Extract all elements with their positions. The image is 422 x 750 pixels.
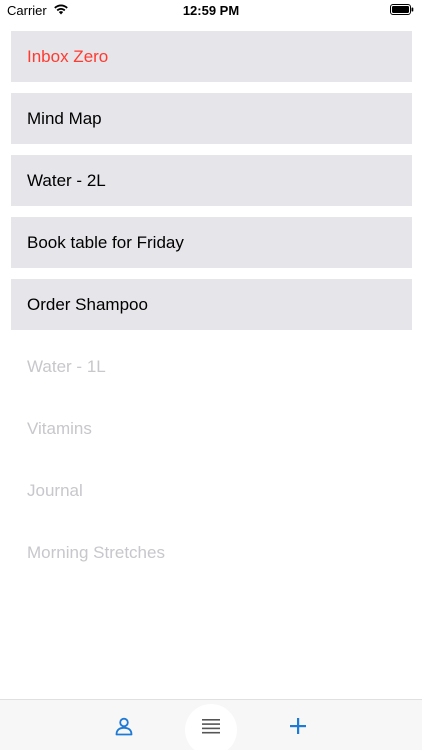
plus-icon bbox=[290, 718, 306, 734]
list-tab-button[interactable] bbox=[197, 712, 225, 740]
task-label: Mind Map bbox=[27, 108, 102, 128]
task-row[interactable]: Morning Stretches bbox=[11, 527, 412, 578]
task-label: Water - 2L bbox=[27, 170, 106, 190]
task-row[interactable]: Vitamins bbox=[11, 403, 412, 454]
task-label: Inbox Zero bbox=[27, 46, 109, 66]
task-label: Vitamins bbox=[27, 418, 92, 438]
tab-bar bbox=[0, 699, 422, 750]
person-icon bbox=[115, 717, 133, 736]
battery-icon bbox=[390, 4, 414, 15]
status-bar: Carrier 12:59 PM bbox=[0, 0, 422, 22]
profile-tab-button[interactable] bbox=[110, 712, 138, 740]
list-icon bbox=[202, 719, 220, 734]
task-label: Order Shampoo bbox=[27, 294, 148, 314]
task-list: Inbox Zero Mind Map Water - 2L Book table f… bbox=[11, 31, 412, 589]
task-label: Book table for Friday bbox=[27, 232, 184, 252]
task-row[interactable]: Journal bbox=[11, 465, 412, 516]
task-row[interactable]: Water - 1L bbox=[11, 341, 412, 392]
task-label: Water - 1L bbox=[27, 356, 106, 376]
status-time: 12:59 PM bbox=[182, 3, 240, 18]
task-row[interactable]: Book table for Friday bbox=[11, 217, 412, 268]
task-row[interactable]: Mind Map bbox=[11, 93, 412, 144]
task-row[interactable]: Water - 2L bbox=[11, 155, 412, 206]
app-screen: Carrier 12:59 PM Inbox Zero Mind Map Water… bbox=[0, 0, 422, 750]
task-label: Morning Stretches bbox=[27, 542, 165, 562]
task-label: Journal bbox=[27, 480, 83, 500]
add-task-button[interactable] bbox=[284, 712, 312, 740]
task-row[interactable]: Inbox Zero bbox=[11, 31, 412, 82]
task-row[interactable]: Order Shampoo bbox=[11, 279, 412, 330]
